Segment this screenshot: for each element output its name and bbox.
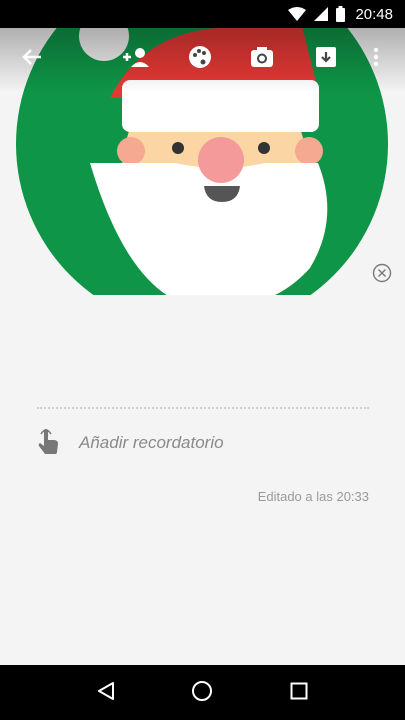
reminder-label: Añadir recordatorio xyxy=(79,433,224,452)
nav-home-button[interactable] xyxy=(182,673,222,713)
recents-square-icon xyxy=(290,682,308,704)
edited-timestamp: Editado a las 20:33 xyxy=(257,489,369,504)
nav-recents-button[interactable] xyxy=(279,673,319,713)
archive-button[interactable] xyxy=(309,42,343,76)
reminder-finger-icon xyxy=(37,428,59,458)
home-circle-icon xyxy=(191,680,213,706)
camera-icon xyxy=(250,46,274,72)
battery-icon xyxy=(336,6,346,22)
archive-icon xyxy=(315,46,337,72)
add-reminder-button[interactable]: Añadir recordatorio xyxy=(37,427,224,459)
camera-button[interactable] xyxy=(245,42,279,76)
color-button[interactable] xyxy=(183,42,217,76)
back-arrow-icon xyxy=(21,46,43,72)
divider xyxy=(37,407,369,409)
status-bar: 20:48 xyxy=(0,0,405,28)
palette-icon xyxy=(188,45,212,73)
cell-signal-icon xyxy=(314,7,329,21)
remove-image-button[interactable] xyxy=(372,263,392,283)
status-time: 20:48 xyxy=(355,5,393,23)
more-vert-icon xyxy=(373,47,379,71)
note-body[interactable]: Añadir recordatorio Editado a las 20:33 xyxy=(0,295,405,665)
close-circle-icon xyxy=(372,263,392,287)
more-options-button[interactable] xyxy=(359,42,393,76)
toolbar xyxy=(0,28,405,92)
wifi-icon xyxy=(288,7,307,21)
add-person-icon xyxy=(123,46,151,72)
add-collaborator-button[interactable] xyxy=(120,42,154,76)
back-arrow-button[interactable] xyxy=(15,42,49,76)
navigation-bar xyxy=(0,665,405,720)
back-triangle-icon xyxy=(96,681,116,705)
nav-back-button[interactable] xyxy=(86,673,126,713)
